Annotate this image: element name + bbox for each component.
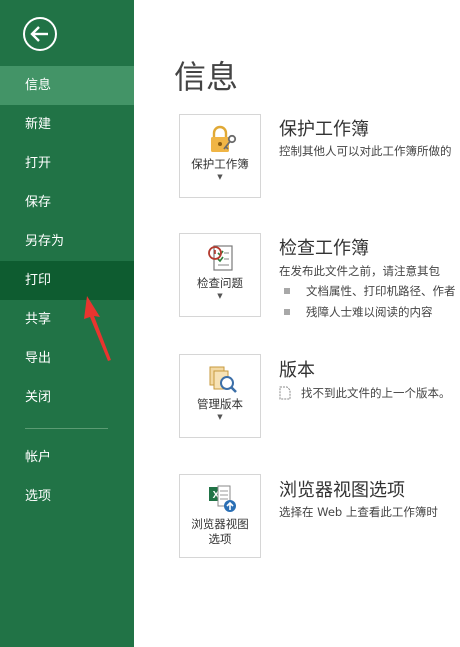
- nav-item-save[interactable]: 保存: [0, 183, 134, 222]
- protect-workbook-label: 保护工作簿: [191, 157, 249, 171]
- inspect-workbook-heading: 检查工作簿: [279, 238, 369, 259]
- list-item: 残障人士难以阅读的内容: [284, 304, 433, 320]
- page-title: 信息: [174, 58, 239, 96]
- inspect-checklist-icon: [208, 245, 233, 271]
- inspect-workbook-description: 在发布此文件之前，请注意其包: [279, 264, 440, 278]
- check-for-issues-button[interactable]: 检查问题 ▼: [179, 233, 261, 317]
- lock-key-icon: [211, 125, 237, 152]
- versions-description: 找不到此文件的上一个版本。: [301, 386, 451, 400]
- manage-versions-label: 管理版本: [197, 397, 243, 411]
- versions-heading: 版本: [279, 360, 315, 381]
- nav-item-info[interactable]: 信息: [0, 66, 134, 105]
- info-pane: 信息 保护工作簿 ▼ 保护工作簿 控制其他人可以对此工作簿所做的 检查问题 ▼: [134, 0, 460, 647]
- nav-item-account[interactable]: 帐户: [0, 438, 134, 477]
- browser-view-options-label-line1: 浏览器视图: [191, 517, 249, 531]
- bullet-icon: [284, 287, 290, 294]
- nav-item-open[interactable]: 打开: [0, 144, 134, 183]
- browser-view-heading: 浏览器视图选项: [279, 480, 405, 501]
- manage-versions-button[interactable]: 管理版本 ▼: [179, 354, 261, 438]
- list-item: 文档属性、打印机路径、作者: [284, 283, 456, 299]
- nav-item-close[interactable]: 关闭: [0, 378, 134, 417]
- protect-workbook-heading: 保护工作簿: [279, 119, 369, 140]
- check-for-issues-label: 检查问题: [197, 276, 243, 290]
- bullet-text: 残障人士难以阅读的内容: [306, 305, 433, 319]
- protect-workbook-description: 控制其他人可以对此工作簿所做的: [279, 144, 452, 158]
- dropdown-caret-icon: ▼: [217, 292, 223, 300]
- browser-view-options-label: 浏览器视图 选项: [180, 517, 260, 547]
- browser-view-description: 选择在 Web 上查看此工作簿时: [279, 505, 438, 519]
- nav-item-new[interactable]: 新建: [0, 105, 134, 144]
- manage-versions-icon: [209, 366, 237, 393]
- nav-item-print[interactable]: 打印: [0, 261, 134, 300]
- back-arrow-icon: [23, 17, 57, 51]
- dropdown-caret-icon: ▼: [217, 173, 223, 181]
- browser-view-options-button[interactable]: X 浏览器视图 选项: [179, 474, 261, 558]
- browser-view-options-label-line2: 选项: [208, 532, 232, 546]
- back-button[interactable]: [22, 16, 58, 52]
- nav-item-options[interactable]: 选项: [0, 477, 134, 516]
- bullet-icon: [284, 308, 290, 315]
- document-icon: [279, 386, 291, 399]
- dropdown-caret-icon: ▼: [217, 413, 223, 421]
- versions-description-row: 找不到此文件的上一个版本。: [279, 385, 451, 401]
- protect-workbook-button[interactable]: 保护工作簿 ▼: [179, 114, 261, 198]
- annotation-arrow-icon: [84, 296, 111, 361]
- nav-item-save-as[interactable]: 另存为: [0, 222, 134, 261]
- excel-browser-icon: X: [209, 485, 236, 512]
- bullet-text: 文档属性、打印机路径、作者: [306, 284, 456, 298]
- nav-divider: [25, 428, 108, 429]
